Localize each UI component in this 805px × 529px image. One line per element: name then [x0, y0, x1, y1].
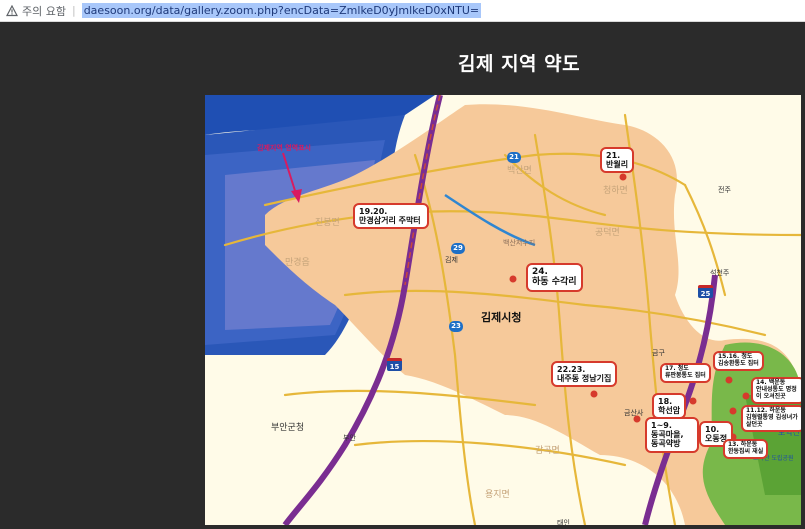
location-label: 21. 반월리 [600, 147, 635, 174]
location-label: 22.23. 내주동 정남기집 [551, 361, 618, 388]
city-hall-label: 김제시청 [481, 311, 522, 324]
town-label: 만경읍 [285, 258, 310, 268]
warning-icon[interactable] [6, 4, 18, 17]
route-badge: 21 [507, 152, 521, 163]
highway-badge: 15 [387, 358, 402, 371]
town-label: 백산저수지 [503, 239, 536, 247]
town-label: 청하면 [603, 186, 628, 196]
location-label: 13. 하운동 한동집씨 재실 [723, 439, 769, 459]
page-title: 김제 지역 약도 [458, 53, 581, 75]
location-label: 1~9. 동곡마을, 동곡약방 [645, 417, 699, 453]
town-label: 백산면 [507, 166, 532, 176]
highway-badge: 25 [698, 285, 713, 298]
gimje-map-image: 김제지역 영역표시 백산면 진봉면 만경읍 공덕면 백산저수지 청하면 김제 전… [205, 95, 801, 525]
town-label: 전주 [718, 186, 731, 194]
location-label: 14. 백운동 안내성통도 명정이 오셔진곳 [751, 377, 801, 404]
route-badge: 29 [451, 243, 465, 254]
address-bar: 주의 요함 | daesoon.org/data/gallery.zoom.ph… [0, 0, 805, 22]
town-label: 부안 [343, 434, 356, 442]
town-label: 석천주 [710, 269, 730, 277]
town-label: 태인 [557, 519, 570, 525]
town-label: 금구 [652, 349, 665, 357]
url-field[interactable]: daesoon.org/data/gallery.zoom.php?encDat… [81, 3, 482, 18]
location-label: 18. 학선암 [652, 393, 687, 420]
town-label: 금산사 [624, 409, 644, 417]
location-label: 24. 하동 수각리 [526, 263, 583, 292]
location-label: 11.12. 하운동 김형렬통영 김성녀가 살던곳 [741, 405, 801, 432]
town-label: 감곡면 [535, 446, 560, 456]
divider: | [71, 4, 76, 17]
route-badge: 23 [449, 321, 463, 332]
image-viewer: 김제 지역 약도 김제지역 영역표시 백산면 진봉면 만경읍 공덕면 백산저수지… [0, 22, 805, 529]
location-label: 15.16. 청도 김송환통도 집터 [713, 351, 764, 371]
security-label[interactable]: 주의 요함 [22, 3, 66, 19]
town-label: 부안군청 [271, 423, 305, 433]
town-label: 진봉면 [315, 218, 340, 228]
town-label: 용지면 [485, 490, 510, 500]
territory-annotation: 김제지역 영역표시 [257, 144, 311, 152]
town-label: 공덕면 [595, 228, 620, 238]
town-label: 김제 [445, 256, 458, 264]
location-label: 17. 청도 류판봉통도 집터 [660, 363, 711, 383]
location-label: 19.20. 만경삼거리 주막터 [353, 203, 429, 230]
